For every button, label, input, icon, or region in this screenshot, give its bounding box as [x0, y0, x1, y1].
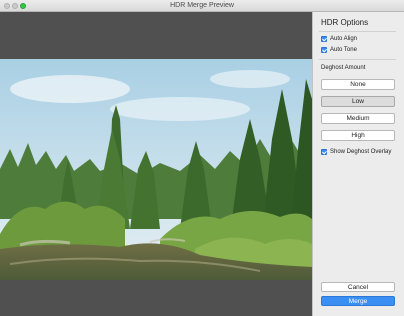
auto-tone-option[interactable]: Auto Tone — [321, 47, 357, 53]
show-deghost-overlay-checkbox[interactable] — [321, 149, 327, 155]
show-deghost-overlay-option[interactable]: Show Deghost Overlay — [321, 149, 391, 155]
deghost-low-button[interactable]: Low — [321, 96, 395, 107]
deghost-high-button[interactable]: High — [321, 130, 395, 141]
hdr-options-panel: HDR Options Auto Align Auto Tone Deghost… — [312, 12, 404, 316]
merge-button[interactable]: Merge — [321, 296, 395, 306]
deghost-none-button[interactable]: None — [321, 79, 395, 90]
auto-tone-checkbox[interactable] — [321, 47, 327, 53]
hdr-preview-image — [0, 59, 312, 280]
show-deghost-overlay-label: Show Deghost Overlay — [330, 149, 392, 155]
window-title: HDR Merge Preview — [170, 2, 234, 9]
auto-tone-label: Auto Tone — [330, 47, 357, 53]
divider — [319, 59, 396, 60]
panel-title: HDR Options — [321, 18, 369, 27]
deghost-amount-label: Deghost Amount — [321, 65, 366, 71]
divider — [319, 31, 396, 32]
preview-area — [0, 12, 312, 316]
auto-align-checkbox[interactable] — [321, 36, 327, 42]
auto-align-label: Auto Align — [330, 36, 358, 42]
title-bar: HDR Merge Preview — [0, 0, 404, 12]
cancel-button[interactable]: Cancel — [321, 282, 395, 292]
deghost-medium-button[interactable]: Medium — [321, 113, 395, 124]
auto-align-option[interactable]: Auto Align — [321, 36, 357, 42]
